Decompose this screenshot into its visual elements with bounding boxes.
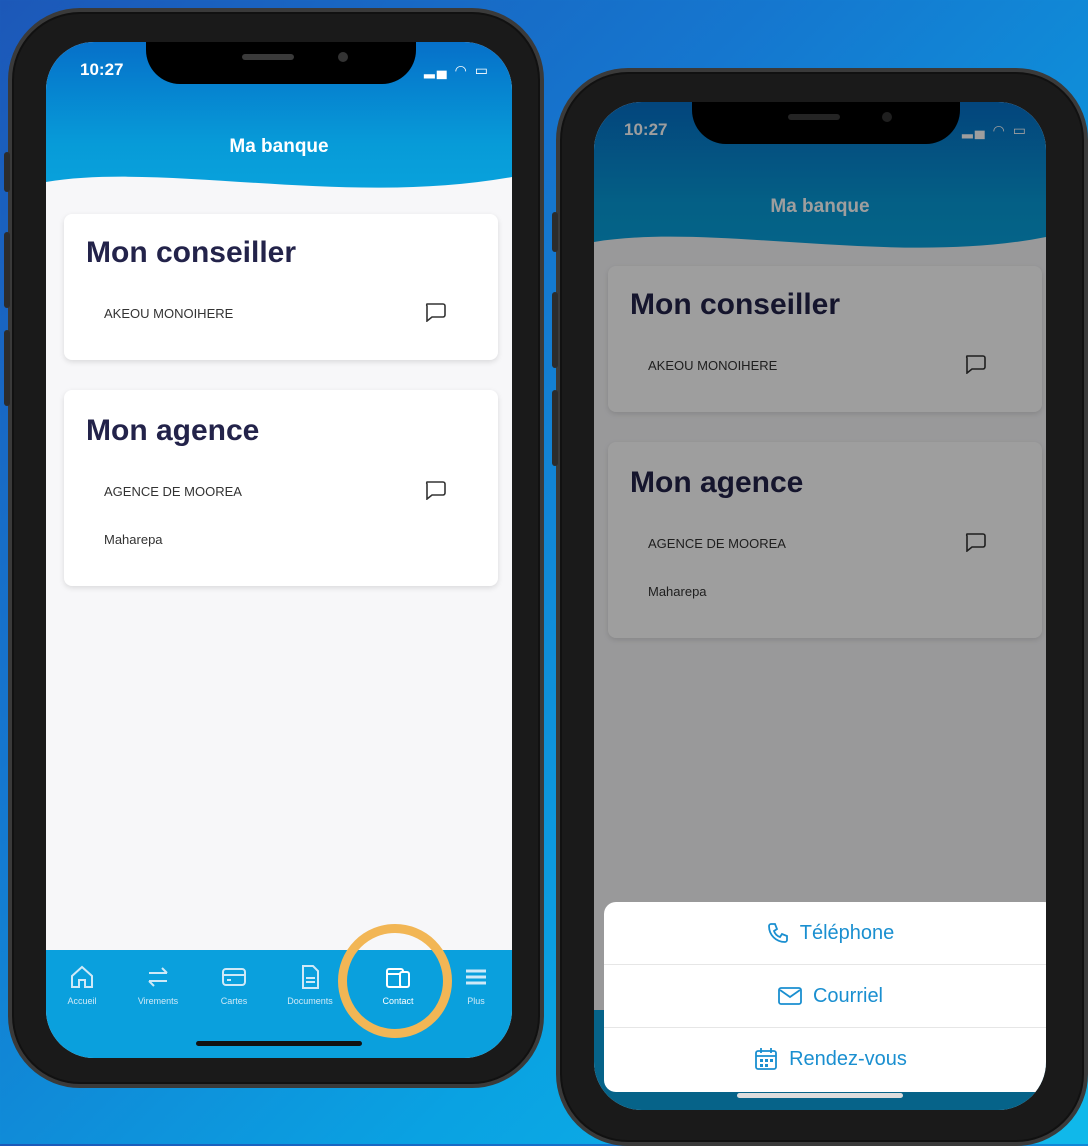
tab-virements[interactable]: Virements [126, 962, 190, 1006]
volume-up-button [552, 292, 558, 368]
screen: 10:27 ▂▄ ◠ ▭ Ma banque Mon conseiller AK… [594, 102, 1046, 1110]
appointment-option[interactable]: Rendez-vous [604, 1028, 1046, 1090]
tab-documents[interactable]: Documents [278, 962, 342, 1006]
tab-label: Cartes [220, 996, 248, 1006]
agency-name: AGENCE DE MOOREA [104, 484, 242, 499]
phone-icon [767, 923, 788, 943]
card-agence: Mon agence AGENCE DE MOOREA Maharepa [64, 390, 498, 586]
screen: 10:27 ▂▄ ◠ ▭ Ma banque Mon conseiller AK… [46, 42, 512, 1058]
mute-switch [4, 152, 10, 192]
signal-icon: ▂▄ [424, 62, 449, 78]
phone-option[interactable]: Téléphone [604, 902, 1046, 965]
option-label: Téléphone [799, 921, 895, 944]
tab-label: Documents [287, 996, 333, 1006]
tab-cartes[interactable]: Cartes [202, 962, 266, 1006]
wifi-icon: ◠ [454, 62, 469, 78]
advisor-name: AKEOU MONOIHERE [104, 306, 234, 321]
tab-plus[interactable]: Plus [444, 962, 508, 1006]
tab-label: Virements [137, 996, 179, 1006]
home-icon [71, 965, 93, 988]
volume-down-button [552, 390, 558, 466]
header-wave [46, 176, 512, 222]
tab-label: Plus [467, 996, 485, 1006]
document-icon [302, 965, 319, 989]
action-sheet: Téléphone Courriel Rendez-vous [604, 902, 1046, 1092]
home-indicator [737, 1093, 903, 1098]
chat-icon[interactable] [424, 480, 446, 500]
card-heading: Mon conseiller [86, 236, 297, 269]
phone-left: 10:27 ▂▄ ◠ ▭ Ma banque Mon conseiller AK… [4, 8, 544, 1088]
phone-right: 10:27 ▂▄ ◠ ▭ Ma banque Mon conseiller AK… [552, 68, 1088, 1146]
option-label: Courriel [812, 984, 884, 1007]
mail-option[interactable]: Courriel [604, 965, 1046, 1028]
notch [146, 42, 416, 84]
calendar-icon [755, 1048, 777, 1070]
agency-location: Maharepa [104, 532, 163, 547]
home-indicator [196, 1041, 362, 1046]
volume-down-button [4, 330, 10, 406]
tab-accueil[interactable]: Accueil [50, 962, 114, 1006]
option-label: Rendez-vous [789, 1047, 907, 1070]
card-heading: Mon agence [86, 414, 260, 447]
card-icon [222, 968, 246, 986]
mail-icon [778, 987, 802, 1005]
status-icons: ▂▄ ◠ ▭ [424, 62, 490, 79]
status-time: 10:27 [80, 60, 124, 79]
page-title: Ma banque [229, 136, 329, 157]
highlight-ring [338, 924, 452, 1038]
chat-icon[interactable] [424, 302, 446, 322]
transfer-icon [148, 967, 168, 987]
battery-icon: ▭ [474, 62, 490, 78]
card-conseiller: Mon conseiller AKEOU MONOIHERE [64, 214, 498, 360]
volume-up-button [4, 232, 10, 308]
menu-icon [466, 969, 486, 985]
tab-label: Accueil [67, 996, 97, 1006]
camera [338, 52, 348, 62]
mute-switch [552, 212, 558, 252]
speaker [242, 54, 294, 60]
